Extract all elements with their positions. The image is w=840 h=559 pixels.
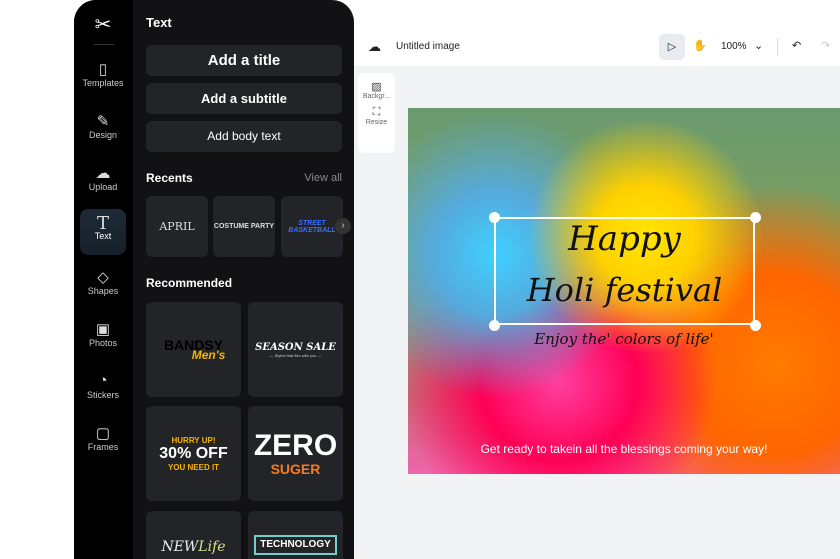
left-sidebar: ✂ ▯ Templates ✎ Design ☁ Upload T Text ◇ Shap… (74, 0, 354, 559)
redo-icon[interactable]: ↷ (821, 39, 830, 52)
canvas-tools: ▨ Backgr... ⛶ Resize (358, 73, 395, 153)
capcut-logo-icon[interactable]: ✂ (92, 12, 114, 36)
background-icon: ▨ (371, 81, 382, 93)
stickers-icon: ◔ (98, 372, 108, 389)
rail-shapes[interactable]: ◇ Shapes (80, 264, 126, 310)
hand-tool-icon[interactable]: ✋ (693, 39, 707, 52)
resize-handle[interactable] (750, 212, 761, 223)
icon-rail: ✂ ▯ Templates ✎ Design ☁ Upload T Text ◇ Shap… (74, 0, 133, 559)
template-card[interactable]: HURRY UP! 30% OFF YOU NEED IT (146, 406, 241, 501)
resize-handle[interactable] (489, 212, 500, 223)
zoom-level[interactable]: 100% (721, 41, 747, 52)
recent-item[interactable]: APRIL (146, 196, 208, 257)
holi-design-canvas[interactable]: Happy Holi festival Enjoy the' colors of… (408, 108, 840, 474)
cloud-save-icon[interactable]: ☁ (368, 39, 381, 55)
view-all-link[interactable]: View all (304, 172, 342, 184)
divider (777, 38, 778, 56)
text-icon: T (96, 213, 109, 234)
selected-text-box[interactable]: Happy Holi festival (494, 217, 755, 325)
background-tool[interactable]: ▨ Backgr... (358, 73, 395, 100)
select-tool-icon[interactable]: ▷ (659, 34, 685, 60)
template-card[interactable]: BANDSY Men's (146, 302, 241, 397)
shapes-icon: ◇ (97, 269, 109, 286)
rail-frames[interactable]: ▢ Frames (80, 420, 126, 466)
rail-upload[interactable]: ☁ Upload (80, 160, 126, 206)
frames-icon: ▢ (95, 425, 111, 442)
scroll-right-chevron-icon[interactable]: › (335, 218, 351, 234)
add-subtitle-button[interactable]: Add a subtitle (146, 83, 342, 114)
text-panel: Text Add a title Add a subtitle Add body… (133, 0, 354, 559)
tagline-text[interactable]: Enjoy the' colors of life' (408, 330, 840, 348)
canvas-area: ▨ Backgr... ⛶ Resize Happy Holi festival E… (354, 66, 840, 559)
design-icon: ✎ (96, 113, 110, 130)
template-card[interactable]: NEWLife (146, 511, 241, 559)
template-card[interactable]: SEASON SALE — Styles that flex with you — (248, 302, 343, 397)
recent-item[interactable]: COSTUME PARTY (213, 196, 275, 257)
undo-icon[interactable]: ↶ (792, 39, 801, 52)
panel-title: Text (146, 15, 172, 30)
recents-heading: Recents (146, 171, 193, 185)
resize-tool[interactable]: ⛶ Resize (358, 100, 395, 126)
rail-design[interactable]: ✎ Design (80, 108, 126, 154)
document-title[interactable]: Untitled image (396, 41, 460, 52)
templates-icon: ▯ (98, 61, 108, 78)
divider (94, 44, 114, 45)
recommended-heading: Recommended (146, 276, 233, 290)
zoom-chevron-down-icon[interactable]: ⌄ (754, 39, 763, 52)
rail-templates[interactable]: ▯ Templates (80, 56, 126, 102)
resize-icon: ⛶ (372, 106, 381, 118)
footer-text[interactable]: Get ready to takein all the blessings co… (408, 442, 840, 456)
top-toolbar: ☁ Untitled image ▷ ✋ 100% ⌄ ↶ ↷ (354, 30, 840, 66)
rail-stickers[interactable]: ◔ Stickers (80, 368, 126, 414)
template-card[interactable]: ZERO SUGER (248, 406, 343, 501)
upload-icon: ☁ (95, 165, 111, 182)
add-body-text-button[interactable]: Add body text (146, 121, 342, 152)
photos-icon: ▣ (95, 321, 111, 338)
rail-photos[interactable]: ▣ Photos (80, 316, 126, 362)
add-title-button[interactable]: Add a title (146, 45, 342, 76)
rail-text[interactable]: T Text (80, 209, 126, 255)
recent-item[interactable]: STREET BASKETBALL (281, 196, 343, 257)
template-card[interactable]: TECHNOLOGY (248, 511, 343, 559)
